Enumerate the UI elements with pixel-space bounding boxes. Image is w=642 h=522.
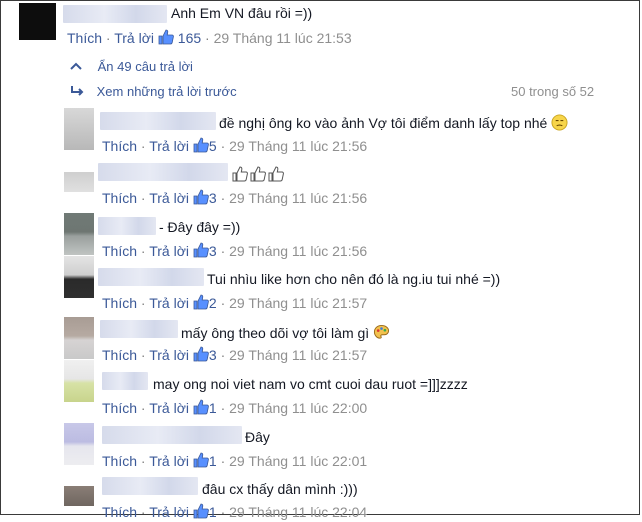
thumbs-up-outline-icon [249,166,267,184]
like-button[interactable]: Thích [102,347,137,363]
avatar[interactable] [64,256,94,298]
like-button[interactable]: Thích [102,400,137,416]
reply-button[interactable]: Trả lời [149,504,189,520]
reply-actions: Thích · Trả lời 5 · 29 Tháng 11 lúc 21:5… [102,137,368,154]
like-count[interactable]: 1 [209,453,217,469]
avatar[interactable] [64,172,94,192]
reply-button[interactable]: Trả lời [149,453,189,469]
timestamp[interactable]: 29 Tháng 11 lúc 22:04 [229,504,367,520]
like-button[interactable]: Thích [102,504,137,520]
thumbs-up-icon [193,399,209,415]
reply-arrow-icon [70,84,85,99]
like-count[interactable]: 1 [209,400,217,416]
reply-actions: Thích · Trả lời 2 · 29 Tháng 11 lúc 21:5… [102,294,368,311]
timestamp[interactable]: 29 Tháng 11 lúc 21:56 [229,190,367,206]
chevron-up-icon [70,59,82,74]
reply-button[interactable]: Trả lời [114,30,154,46]
hide-replies-link[interactable]: Ẩn 49 câu trả lời [70,59,193,74]
comment-text: Anh Em VN đâu rồi =)) [171,5,313,21]
reply-button[interactable]: Trả lời [149,400,189,416]
like-button[interactable]: Thích [102,138,137,154]
reply-actions: Thích · Trả lời 3 · 29 Tháng 11 lúc 21:5… [102,346,368,363]
reply-text-content: mấy ông theo dõi vợ tôi làm gì [181,325,370,341]
reply-actions: Thích · Trả lời 1 · 29 Tháng 11 lúc 22:0… [102,399,368,416]
like-button[interactable]: Thích [102,453,137,469]
like-count[interactable]: 1 [209,504,217,520]
hide-replies-label: Ẩn 49 câu trả lời [97,59,193,74]
timestamp[interactable]: 29 Tháng 11 lúc 21:57 [229,295,367,311]
like-count[interactable]: 5 [209,138,217,154]
avatar[interactable] [64,108,94,150]
reply-text-content: đề nghị ông ko vào ảnh Vợ tôi điểm danh … [219,115,548,131]
reply-text: - Đây đây =)) [159,219,241,235]
see-previous-label: Xem những trả lời trước [96,84,237,99]
timestamp[interactable]: 29 Tháng 11 lúc 22:00 [229,400,367,416]
author-name[interactable] [102,372,148,390]
thumbs-up-icon [193,294,209,310]
reply-text: đâu cx thấy dân mình :))) [202,481,358,497]
avatar[interactable] [64,317,94,359]
reply-actions: Thích · Trả lời 1 · 29 Tháng 11 lúc 22:0… [102,503,368,520]
thumbs-up-outline-icon [231,166,249,184]
comment-actions: Thích · Trả lời 165 · 29 Tháng 11 lúc 21… [67,29,352,46]
thumbs-up-icon [193,346,209,362]
reply-button[interactable]: Trả lời [149,138,189,154]
like-count[interactable]: 165 [178,30,201,46]
reply-button[interactable]: Trả lời [149,190,189,206]
thumbs-up-outline-icon [267,166,285,184]
like-count[interactable]: 3 [209,190,217,206]
timestamp[interactable]: 29 Tháng 11 lúc 21:56 [229,138,367,154]
reply-text [231,165,285,185]
author-name[interactable] [102,477,198,495]
author-name[interactable] [98,163,228,181]
thumbs-up-icon [158,29,174,45]
reply-text: Tui nhìu like hơn cho nên đó là ng.iu tu… [207,271,501,287]
reply-text: Đây [245,429,270,445]
author-name[interactable] [100,112,216,130]
reply-page-count: 50 trong số 52 [511,84,595,99]
thumbs-up-icon [193,189,209,205]
reply-button[interactable]: Trả lời [149,295,189,311]
like-count[interactable]: 3 [209,243,217,259]
author-name[interactable] [98,268,204,286]
like-button[interactable]: Thích [67,30,102,46]
author-name[interactable] [98,217,156,235]
author-name[interactable] [102,426,242,444]
timestamp[interactable]: 29 Tháng 11 lúc 22:01 [229,453,367,469]
reply-text: may ong noi viet nam vo cmt cuoi dau ruo… [153,376,468,392]
thumbs-up-icon [193,137,209,153]
avatar[interactable] [19,3,56,40]
like-button[interactable]: Thích [102,190,137,206]
reply-actions: Thích · Trả lời 1 · 29 Tháng 11 lúc 22:0… [102,452,368,469]
unamused-face-icon [551,114,568,131]
author-name[interactable] [100,320,178,338]
reply-actions: Thích · Trả lời 3 · 29 Tháng 11 lúc 21:5… [102,189,368,206]
like-button[interactable]: Thích [102,295,137,311]
like-count[interactable]: 3 [209,347,217,363]
timestamp[interactable]: 29 Tháng 11 lúc 21:53 [214,30,352,46]
like-button[interactable]: Thích [102,243,137,259]
like-count[interactable]: 2 [209,295,217,311]
see-previous-replies-link[interactable]: Xem những trả lời trước [70,84,237,99]
thumbs-up-icon [193,242,209,258]
reply-button[interactable]: Trả lời [149,243,189,259]
avatar[interactable] [64,360,94,402]
reply-text: đề nghị ông ko vào ảnh Vợ tôi điểm danh … [219,114,568,131]
timestamp[interactable]: 29 Tháng 11 lúc 21:57 [229,347,367,363]
reply-text: mấy ông theo dõi vợ tôi làm gì [181,324,390,341]
artist-palette-icon [373,324,390,341]
timestamp[interactable]: 29 Tháng 11 lúc 21:56 [229,243,367,259]
avatar[interactable] [64,423,94,465]
thumbs-up-icon [193,452,209,468]
reply-actions: Thích · Trả lời 3 · 29 Tháng 11 lúc 21:5… [102,242,368,259]
avatar[interactable] [64,213,94,255]
avatar[interactable] [64,486,94,506]
author-name[interactable] [63,5,167,23]
reply-button[interactable]: Trả lời [149,347,189,363]
